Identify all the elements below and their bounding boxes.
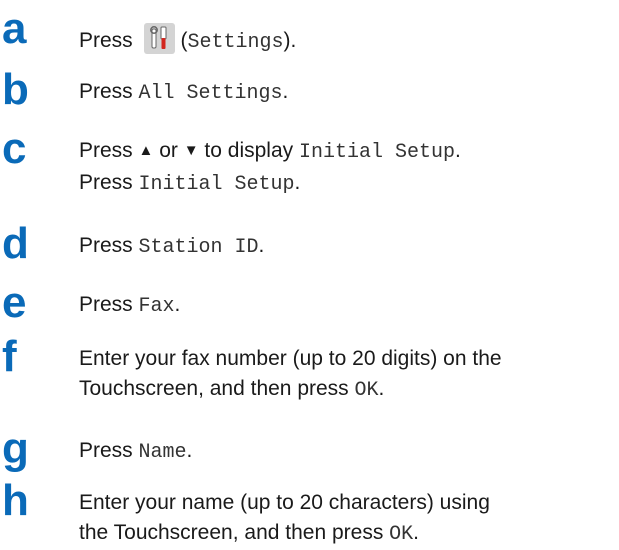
step-letter: g [2, 424, 29, 473]
step-text: Press [79, 29, 139, 52]
step-text: . [413, 521, 420, 544]
step-text: Press [79, 80, 139, 103]
settings-icon [143, 23, 175, 54]
step-letter: a [2, 4, 27, 53]
step-text: Press [79, 171, 139, 194]
step-text: Press [79, 234, 139, 257]
step-text: ( [180, 29, 188, 52]
step-letter: d [2, 219, 29, 268]
step-text: . [282, 80, 289, 103]
step-text: to display [198, 139, 299, 162]
instruction-line: Press Initial Setup. [79, 168, 461, 200]
step-text: Press [79, 139, 139, 162]
step-text: the Touchscreen, and then press [79, 521, 390, 544]
step-instruction: Press Fax. [79, 290, 180, 322]
step-instruction: Press (Settings). [79, 16, 296, 58]
instruction-line: Press ▲ or ▼ to display Initial Setup. [79, 136, 461, 168]
arrow-icon: ▲ [138, 142, 154, 159]
step-text: Press [79, 293, 139, 316]
step-instruction: Enter your fax number (up to 20 digits) … [79, 344, 502, 406]
arrow-icon: ▼ [183, 142, 199, 159]
ui-label: Station ID [138, 236, 259, 259]
ui-label: Initial Setup [298, 141, 455, 164]
step-letter: f [2, 332, 17, 381]
ui-label: OK [354, 379, 379, 402]
instruction-line: Enter your name (up to 20 characters) us… [79, 488, 490, 518]
ui-label: Fax [138, 295, 175, 318]
step-letter: c [2, 124, 27, 173]
step-text: . [378, 377, 385, 400]
step-text: ). [283, 29, 297, 52]
step-text: . [294, 171, 301, 194]
step-text: Enter your fax number (up to 20 digits) … [79, 347, 502, 370]
step-text: . [258, 234, 265, 257]
step-instruction: Press ▲ or ▼ to display Initial Setup. Pr… [79, 136, 461, 200]
instruction-line: Touchscreen, and then press OK. [79, 374, 502, 406]
step-text: . [174, 293, 181, 316]
step-letter: e [2, 278, 27, 327]
ui-label: Name [138, 441, 187, 464]
ui-label: All Settings [138, 82, 283, 105]
instruction-line: the Touchscreen, and then press OK. [79, 518, 490, 550]
step-text: or [153, 139, 184, 162]
instruction-line: Enter your fax number (up to 20 digits) … [79, 344, 502, 374]
step-instruction: Press All Settings. [79, 77, 288, 109]
step-text: Press [79, 439, 139, 462]
step-instruction: Press Name. [79, 436, 192, 468]
ui-label: Settings [187, 31, 284, 54]
step-text: . [455, 139, 461, 162]
step-instruction: Press Station ID. [79, 231, 264, 263]
step-text: Touchscreen, and then press [79, 377, 355, 400]
step-letter: h [2, 476, 29, 525]
step-instruction: Enter your name (up to 20 characters) us… [79, 488, 490, 550]
ui-label: Initial Setup [138, 173, 295, 196]
step-text: . [186, 439, 193, 462]
step-letter: b [2, 65, 29, 114]
step-text: Enter your name (up to 20 characters) us… [79, 491, 490, 514]
ui-label: OK [389, 523, 414, 546]
